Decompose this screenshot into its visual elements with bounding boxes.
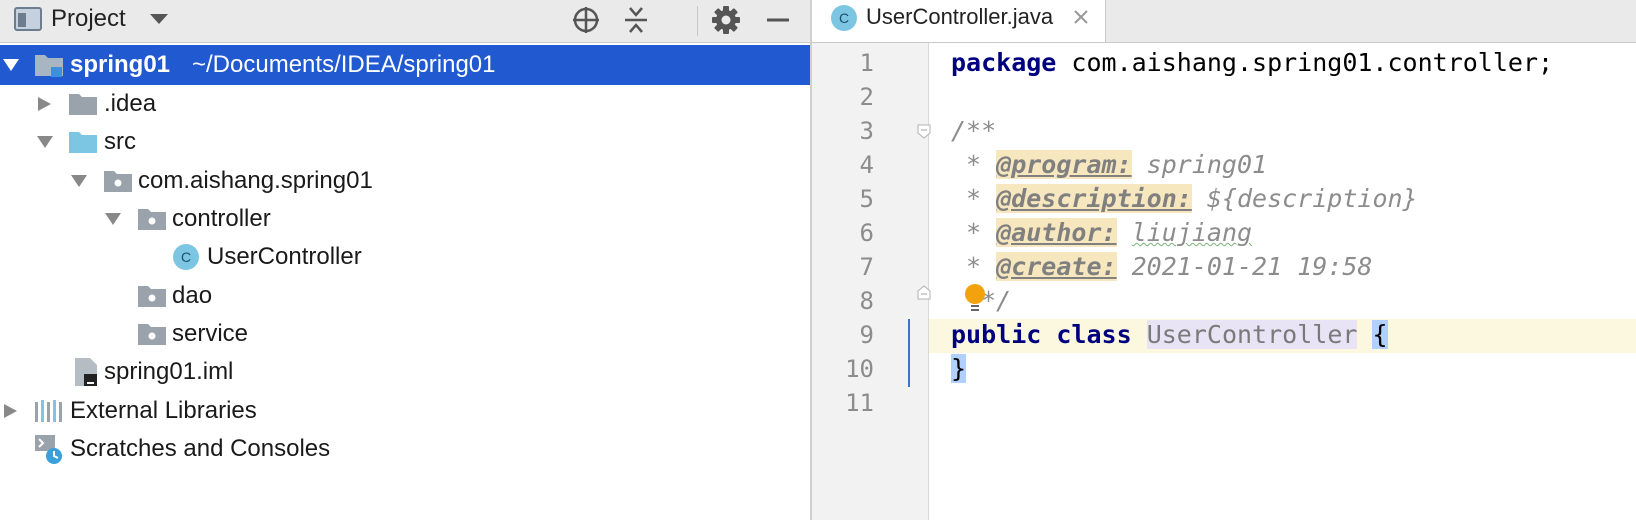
tree-item-service[interactable]: service [0,314,810,354]
close-icon[interactable] [1072,8,1090,26]
tree-label-dao: dao [172,282,213,309]
line-number: 2 [859,83,874,111]
toolbar-separator [697,6,698,36]
tree-label-package: com.aishang.spring01 [138,167,373,194]
editor-gutter[interactable]: 1 2 3 4 5 6 7 8 9 10 11 [812,43,931,520]
collapsed-arrow-icon[interactable] [36,96,54,112]
code-area[interactable]: package com.aishang.spring01.controller;… [929,43,1636,520]
line-number: 7 [859,253,874,281]
minimize-icon[interactable] [762,4,794,36]
line-number: 11 [845,389,874,417]
tree-item-external-libraries[interactable]: External Libraries [0,391,810,431]
module-folder-icon [35,55,63,77]
tree-label-controller: controller [172,205,271,232]
change-marker [908,319,910,387]
library-icon [35,400,62,422]
package-folder-icon [138,209,166,230]
tree-label-idea: .idea [104,90,157,117]
code-line-3: /** [951,116,997,145]
tree-item-usercontroller[interactable]: C UserController [0,237,810,277]
tree-item-scratches[interactable]: Scratches and Consoles [0,429,810,469]
class-icon: C [173,244,199,270]
scratches-icon [35,435,62,464]
tree-item-spring01[interactable]: spring01 ~/Documents/IDEA/spring01 [0,45,810,85]
line-number: 5 [859,185,874,213]
project-panel: Project spring01 ~/Documents/IDEA/spring… [0,0,810,520]
class-icon: C [831,5,857,31]
code-line-9: public class UserController { [951,320,1388,349]
svg-text:C: C [839,10,849,26]
locate-icon[interactable] [570,4,602,36]
code-line-7: * @create: 2021-01-21 19:58 [951,252,1373,281]
tab-label: UserController.java [866,4,1054,29]
project-toolbar: Project [0,0,810,43]
editor-tab-bar: C UserController.java [812,0,1636,43]
line-number: 3 [859,117,874,145]
tree-label-external-libraries: External Libraries [70,397,257,424]
tree-item-src[interactable]: src [0,122,810,162]
line-number: 9 [859,321,874,349]
line-number: 1 [859,49,874,77]
expand-arrow-icon[interactable] [36,134,54,150]
collapsed-arrow-icon[interactable] [2,403,20,419]
project-view-icon [14,7,42,31]
code-line-1: package com.aishang.spring01.controller; [951,48,1554,77]
line-number: 8 [859,287,874,315]
tree-item-iml[interactable]: spring01.iml [0,352,810,392]
bulb-icon[interactable] [963,283,987,313]
expand-arrow-icon[interactable] [70,173,88,189]
project-view-title[interactable]: Project [51,4,126,34]
tree-label-src: src [104,128,136,155]
tree-label-service: service [172,320,249,347]
tree-label-scratches: Scratches and Consoles [70,435,331,462]
ide-window: Project spring01 ~/Documents/IDEA/spring… [0,0,1636,520]
gear-icon[interactable] [710,4,742,36]
package-folder-icon [104,171,132,192]
tree-root-path: ~/Documents/IDEA/spring01 [192,51,496,78]
tree-item-dao[interactable]: dao [0,276,810,316]
code-line-5: * @description: ${description} [951,184,1418,213]
tree-label-iml: spring01.iml [104,358,234,385]
line-number: 10 [845,355,874,383]
tree-label-root: spring01 [70,51,171,78]
line-number: 6 [859,219,874,247]
tree-item-controller[interactable]: controller [0,199,810,239]
tree-item-package[interactable]: com.aishang.spring01 [0,161,810,201]
iml-file-icon [75,358,97,386]
expand-arrow-icon[interactable] [104,211,122,227]
collapse-all-icon[interactable] [620,4,652,36]
tab-usercontroller-java[interactable]: C UserController.java [812,0,1106,42]
line-number: 4 [859,151,874,179]
source-folder-icon [69,132,97,153]
svg-text:C: C [181,249,191,265]
code-line-10: } [951,354,967,383]
folder-icon [69,94,97,115]
code-line-4: * @program: spring01 [951,150,1268,179]
tree-label-usercontroller: UserController [207,243,362,270]
code-editor: C UserController.java 1 2 3 4 5 6 7 8 9 … [812,0,1636,520]
chevron-down-icon[interactable] [148,12,170,26]
expand-arrow-icon[interactable] [2,57,20,73]
tree-item-idea[interactable]: .idea [0,84,810,124]
package-folder-icon [138,286,166,307]
package-folder-icon [138,324,166,345]
code-line-6: * @author: liujiang [951,218,1253,247]
